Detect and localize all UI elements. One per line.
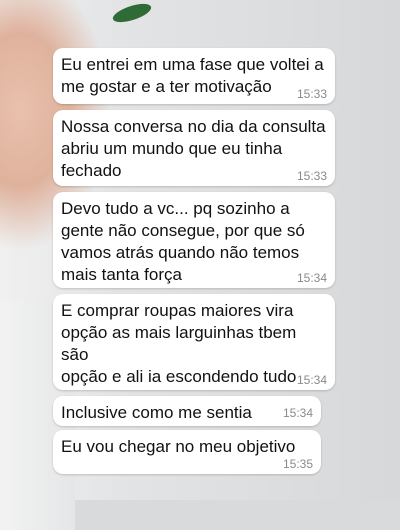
message-bubble[interactable]: Nossa conversa no dia da consulta abriu … bbox=[53, 110, 335, 186]
message-bubble[interactable]: Devo tudo a vc... pq sozinho a gente não… bbox=[53, 192, 335, 288]
message-time: 15:33 bbox=[296, 169, 327, 183]
message-bubble[interactable]: Eu vou chegar no meu objetivo 15:35 bbox=[53, 430, 321, 474]
message-text: E comprar roupas maiores vira opção as m… bbox=[61, 301, 297, 386]
message-text: Eu vou chegar no meu objetivo bbox=[61, 437, 296, 456]
message-bubble[interactable]: Eu entrei em uma fase que voltei a me go… bbox=[53, 48, 335, 104]
message-bubble[interactable]: Inclusive como me sentia 15:34 bbox=[53, 396, 321, 426]
message-text: Eu entrei em uma fase que voltei a me go… bbox=[61, 55, 324, 96]
message-time: 15:35 bbox=[282, 457, 313, 471]
message-text: Devo tudo a vc... pq sozinho a gente não… bbox=[61, 199, 305, 284]
message-bubble[interactable]: E comprar roupas maiores vira opção as m… bbox=[53, 294, 335, 390]
message-time: 15:34 bbox=[296, 271, 327, 285]
message-text: Nossa conversa no dia da consulta abriu … bbox=[61, 117, 326, 180]
message-time: 15:34 bbox=[282, 406, 313, 420]
message-time: 15:34 bbox=[296, 373, 327, 387]
chat-conversation: Eu entrei em uma fase que voltei a me go… bbox=[0, 0, 400, 500]
message-time: 15:33 bbox=[296, 87, 327, 101]
message-text: Inclusive como me sentia bbox=[61, 403, 252, 422]
